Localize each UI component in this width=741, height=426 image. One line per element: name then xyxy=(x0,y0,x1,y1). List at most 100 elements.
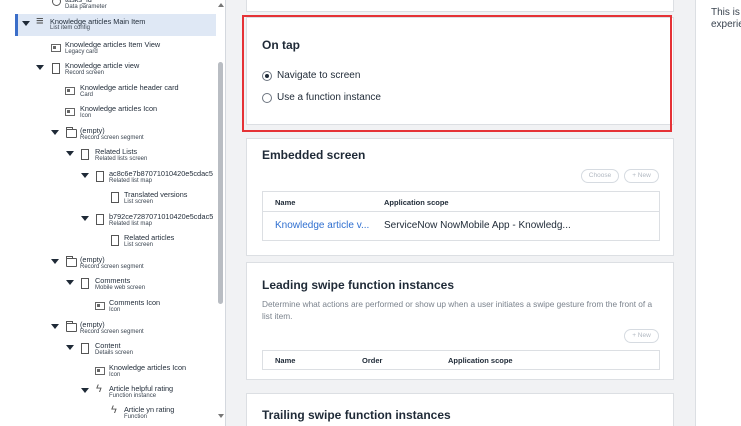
list-icon xyxy=(36,13,47,28)
embedded-screen-table: Name Application scope Knowledge article… xyxy=(262,191,660,241)
tree-item-title: Content xyxy=(95,341,121,350)
leading-swipe-description: Determine what actions are performed or … xyxy=(262,299,653,321)
function-icon xyxy=(95,383,106,397)
chevron-down-icon[interactable] xyxy=(81,173,89,178)
new-button[interactable]: + New xyxy=(624,329,659,343)
tree-item-subtitle: Record screen segment xyxy=(80,135,144,141)
parameter-icon xyxy=(52,0,61,6)
tree-item-subtitle: Icon xyxy=(109,307,121,313)
info-text-line: This is xyxy=(711,7,740,18)
info-text-line: experie xyxy=(711,19,741,30)
card-icon xyxy=(65,87,75,95)
tree-item-title: ac8c6e7b87071010420e5cdac5 xyxy=(109,169,213,178)
embedded-screen-link[interactable]: Knowledge article v... xyxy=(275,220,369,231)
tree-item-subtitle: Icon xyxy=(80,113,92,119)
tree-item-subtitle: Data parameter xyxy=(65,4,107,10)
tree-item-title: Comments Icon xyxy=(109,298,161,307)
column-header-name: Name xyxy=(275,356,296,365)
table-divider xyxy=(263,211,659,212)
tree-item-subtitle: Record screen segment xyxy=(80,264,144,270)
tree-item-subtitle: Details screen xyxy=(95,350,134,356)
chevron-down-icon[interactable] xyxy=(66,280,74,285)
tree-item-subtitle: Record screen segment xyxy=(80,329,144,335)
tree-item-subtitle: Related lists screen xyxy=(95,156,148,162)
column-header-application-scope: Application scope xyxy=(384,198,449,207)
tree-item-title: Knowledge articles Icon xyxy=(109,363,187,372)
tree-item-title: Translated versions xyxy=(124,190,188,199)
folder-icon xyxy=(66,321,77,332)
tree-item-subtitle: Related list map xyxy=(109,221,153,227)
chevron-down-icon[interactable] xyxy=(51,259,59,264)
right-info-panel: This is experie xyxy=(695,0,741,426)
chevron-down-icon[interactable] xyxy=(36,65,44,70)
new-button[interactable]: + New xyxy=(624,169,659,183)
tree-item-title: Knowledge article header card xyxy=(80,83,179,92)
tree-item-subtitle: List screen xyxy=(124,242,154,248)
page-icon xyxy=(81,343,89,354)
previous-section-card xyxy=(246,0,674,12)
leading-swipe-table: Name Order Application scope xyxy=(262,350,660,370)
page-icon xyxy=(52,63,60,74)
page-icon xyxy=(96,171,104,182)
tree-item-title: Related Lists xyxy=(95,147,138,156)
card-icon xyxy=(51,44,61,52)
embedded-screen-card: Embedded screen Choose + New Name Applic… xyxy=(246,138,674,256)
page-icon xyxy=(96,214,104,225)
page-icon xyxy=(81,149,89,160)
scroll-up-arrow-icon[interactable] xyxy=(218,3,224,7)
folder-icon xyxy=(66,127,77,138)
tree-item-subtitle: Legacy card xyxy=(65,49,98,55)
tree-item-title: Knowledge articles Icon xyxy=(80,104,158,113)
tree-item-subtitle: Related list map xyxy=(109,178,153,184)
tree-panel: tasks_id Data parameter Knowledge articl… xyxy=(0,0,226,426)
tree-item-subtitle: Record screen xyxy=(65,70,105,76)
icon-item-icon xyxy=(95,302,105,310)
function-icon xyxy=(110,404,121,418)
tree-item-title: Article helpful rating xyxy=(109,384,174,393)
tree-item-title: (empty) xyxy=(80,255,105,264)
embedded-screen-scope: ServiceNow NowMobile App - Knowledg... xyxy=(384,220,571,231)
choose-button[interactable]: Choose xyxy=(581,169,619,183)
leading-swipe-card: Leading swipe function instances Determi… xyxy=(246,262,674,380)
tree-item-subtitle: Card xyxy=(80,92,94,98)
tree-item-title: (empty) xyxy=(80,126,105,135)
tree-item-subtitle: Function xyxy=(124,414,148,420)
icon-item-icon xyxy=(65,108,75,116)
icon-item-icon xyxy=(95,367,105,375)
leading-swipe-title: Leading swipe function instances xyxy=(262,278,455,292)
tree-scrollbar[interactable] xyxy=(218,62,223,304)
tree-item-title: Article yn rating xyxy=(124,405,175,414)
page-icon xyxy=(111,235,119,246)
folder-icon xyxy=(66,256,77,267)
scroll-down-arrow-icon[interactable] xyxy=(218,414,224,418)
chevron-down-icon[interactable] xyxy=(51,324,59,329)
column-header-name: Name xyxy=(275,198,296,207)
highlight-frame xyxy=(242,15,672,132)
trailing-swipe-card: Trailing swipe function instances xyxy=(246,393,674,426)
tree-item-subtitle: Mobile web screen xyxy=(95,285,146,291)
tree-item-title: Comments xyxy=(95,276,131,285)
tree-item-yn-rating[interactable]: Article yn rating Function xyxy=(0,404,220,426)
chevron-down-icon[interactable] xyxy=(66,345,74,350)
tree-item-title: (empty) xyxy=(80,320,105,329)
chevron-down-icon[interactable] xyxy=(51,130,59,135)
chevron-down-icon[interactable] xyxy=(81,216,89,221)
tree-item-title: Knowledge article view xyxy=(65,61,140,70)
column-header-order: Order xyxy=(362,356,383,365)
page-icon xyxy=(81,278,89,289)
tree-item-subtitle: Function instance xyxy=(109,393,157,399)
tree-item-subtitle: Icon xyxy=(109,372,121,378)
column-header-application-scope: Application scope xyxy=(448,356,513,365)
trailing-swipe-title: Trailing swipe function instances xyxy=(262,408,451,422)
chevron-down-icon[interactable] xyxy=(22,21,30,26)
embedded-screen-title: Embedded screen xyxy=(262,148,366,162)
tree-item-subtitle: List screen xyxy=(124,199,154,205)
tree-item-title: Knowledge articles Item View xyxy=(65,40,161,49)
chevron-down-icon[interactable] xyxy=(66,151,74,156)
chevron-down-icon[interactable] xyxy=(81,388,89,393)
tree-item-main-item[interactable]: Knowledge articles Main Item List item c… xyxy=(15,13,216,36)
tree-item-title: Related articles xyxy=(124,233,175,242)
tree-item-title: b792ce7287071010420e5cdac5 xyxy=(109,212,214,221)
page-icon xyxy=(111,192,119,203)
tree-item-subtitle: List item config xyxy=(50,25,91,31)
